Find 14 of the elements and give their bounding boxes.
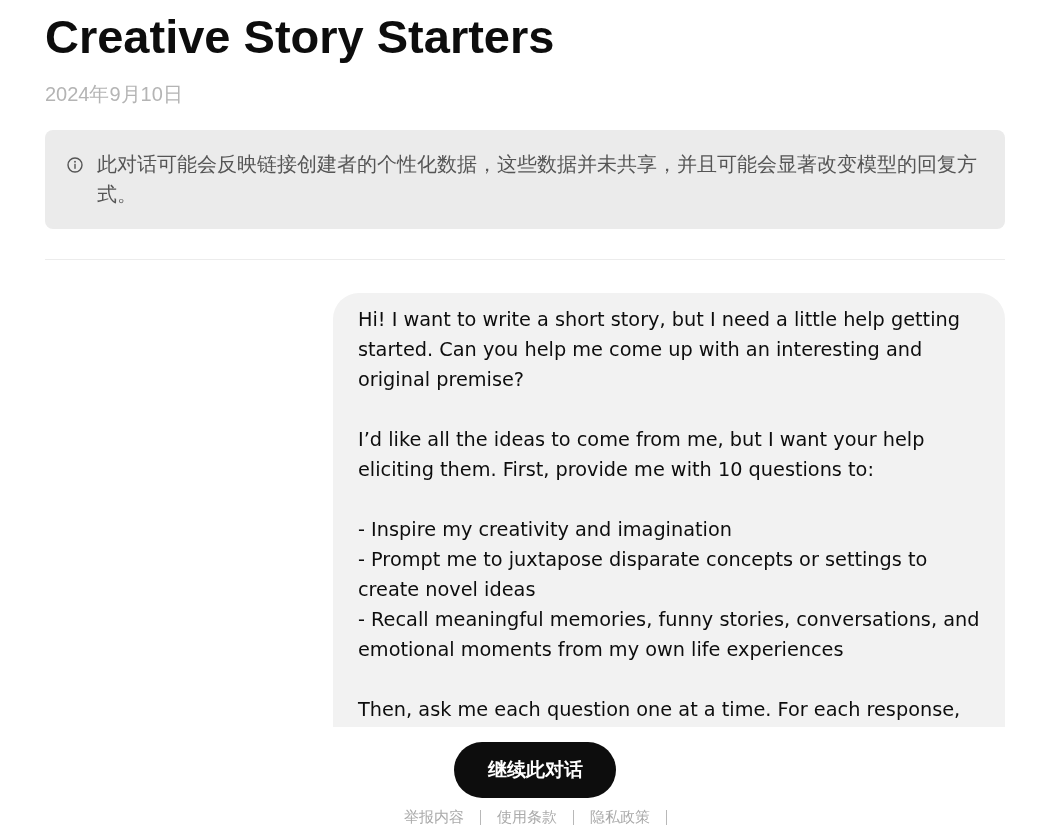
notice-text: 此对话可能会反映链接创建者的个性化数据，这些数据并未共享，并且可能会显著改变模型的回复方式。 (97, 152, 978, 207)
message-text: I’d like all the ideas to come from me, but I want your help eliciting them. First, provide me with 10 questions to: (358, 427, 926, 483)
info-icon (67, 157, 83, 173)
message-text: - Prompt me to juxtapose disparate concepts or settings to create novel ideas (358, 547, 929, 603)
share-date: 2024年9月10日 (45, 82, 183, 107)
footer-link[interactable]: 举报内容 (403, 807, 464, 827)
continue-conversation-button[interactable]: 继续此对话 (454, 742, 616, 798)
message-text: - Inspire my creativity and imagination (358, 517, 733, 543)
footer-link[interactable]: 隐私政策 (589, 807, 650, 827)
message-text: - Recall meaningful memories, funny stories, conversations, and emotional moments from my own life experiences (358, 607, 981, 663)
page-title: Creative Story Starters (45, 9, 555, 65)
message-text: Hi! I want to write a short story, but I need a little help getting started. Can you help me come up with an interesting and original premise? (358, 307, 961, 393)
footer-link[interactable]: 使用条款 (496, 807, 557, 827)
message-text: Then, ask me each question one at a time. For each response, (358, 697, 962, 723)
